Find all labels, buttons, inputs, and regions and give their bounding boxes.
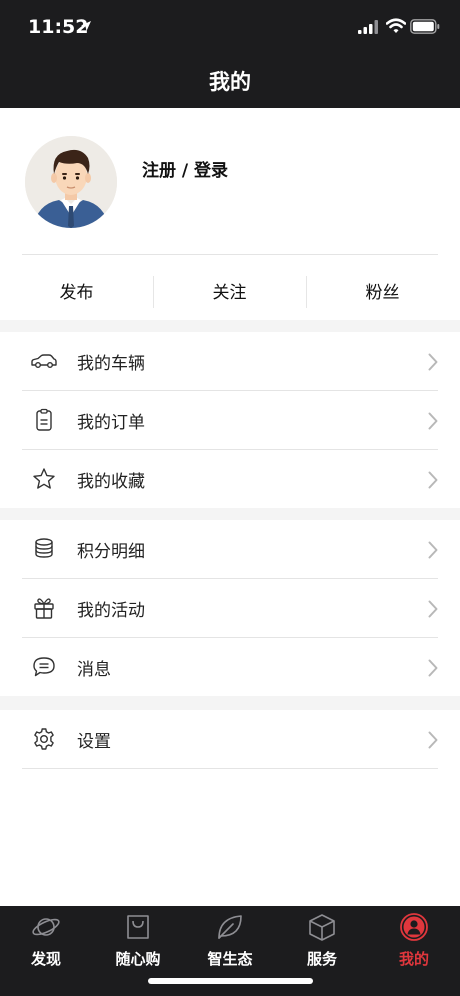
gift-icon xyxy=(34,598,54,619)
stat-followers[interactable]: 粉丝 xyxy=(306,268,459,308)
chevron-right-icon xyxy=(428,541,438,559)
tab-shop[interactable]: 随心购 xyxy=(92,912,184,972)
wifi-icon xyxy=(386,18,406,33)
page-title: 我的 xyxy=(209,70,251,94)
menu-item-my-orders[interactable]: 我的订单 xyxy=(0,391,460,450)
menu-item-messages[interactable]: 消息 xyxy=(0,638,460,697)
leaf-icon xyxy=(218,915,242,939)
chevron-right-icon xyxy=(428,471,438,489)
shopping-bag-icon xyxy=(127,915,149,939)
nav-bar: 我的 xyxy=(0,54,460,108)
tab-me[interactable]: 我的 xyxy=(368,912,460,972)
menu-item-label: 我的订单 xyxy=(77,413,145,433)
stat-following[interactable]: 关注 xyxy=(153,268,306,308)
chevron-right-icon xyxy=(428,412,438,430)
register-login-link[interactable]: 注册 / 登录 xyxy=(142,156,228,181)
message-icon xyxy=(33,657,55,677)
row-divider xyxy=(22,768,438,769)
menu-item-label: 积分明细 xyxy=(77,542,145,562)
chevron-right-icon xyxy=(428,659,438,677)
tab-label: 随心购 xyxy=(115,950,161,968)
tab-eco[interactable]: 智生态 xyxy=(184,912,276,972)
location-arrow-icon xyxy=(81,21,91,31)
cellular-signal-icon xyxy=(358,20,378,34)
tab-discover[interactable]: 发现 xyxy=(0,912,92,972)
menu-group-3: 设置 xyxy=(0,710,460,906)
planet-icon xyxy=(32,918,60,936)
chevron-right-icon xyxy=(428,353,438,371)
star-icon xyxy=(33,468,55,489)
chevron-right-icon xyxy=(428,600,438,618)
chevron-right-icon xyxy=(428,731,438,749)
menu-item-label: 设置 xyxy=(77,732,111,752)
car-icon xyxy=(31,354,57,368)
profile-divider xyxy=(22,254,438,255)
tab-services[interactable]: 服务 xyxy=(276,912,368,972)
menu-item-label: 我的收藏 xyxy=(77,472,145,492)
profile-card: 注册 / 登录 发布 关注 粉丝 xyxy=(0,108,460,320)
home-indicator xyxy=(148,978,313,984)
tab-label: 我的 xyxy=(398,950,429,968)
menu-item-label: 我的车辆 xyxy=(77,354,145,374)
avatar[interactable] xyxy=(25,136,117,228)
person-icon xyxy=(400,913,428,941)
menu-item-points-details[interactable]: 积分明细 xyxy=(0,520,460,579)
menu-item-my-vehicles[interactable]: 我的车辆 xyxy=(0,332,460,391)
menu-item-label: 我的活动 xyxy=(77,601,145,621)
stat-posts[interactable]: 发布 xyxy=(0,268,153,308)
menu-item-my-favorites[interactable]: 我的收藏 xyxy=(0,450,460,509)
tab-label: 服务 xyxy=(306,950,337,968)
menu-group-1: 我的车辆 我的订单 我的收藏 xyxy=(0,332,460,508)
coins-icon xyxy=(35,538,53,558)
tab-label: 智生态 xyxy=(207,950,253,968)
clipboard-icon xyxy=(36,408,52,431)
gear-icon xyxy=(34,728,54,750)
stats-row: 发布 关注 粉丝 xyxy=(0,268,460,308)
menu-group-2: 积分明细 我的活动 消息 xyxy=(0,520,460,696)
status-bar: 11:52 xyxy=(0,0,460,54)
tab-label: 发现 xyxy=(30,950,61,968)
battery-icon xyxy=(410,19,440,34)
menu-item-my-activities[interactable]: 我的活动 xyxy=(0,579,460,638)
menu-item-label: 消息 xyxy=(77,660,111,680)
avatar-illustration xyxy=(25,136,117,228)
menu-item-settings[interactable]: 设置 xyxy=(0,710,460,769)
box-icon xyxy=(309,914,335,941)
